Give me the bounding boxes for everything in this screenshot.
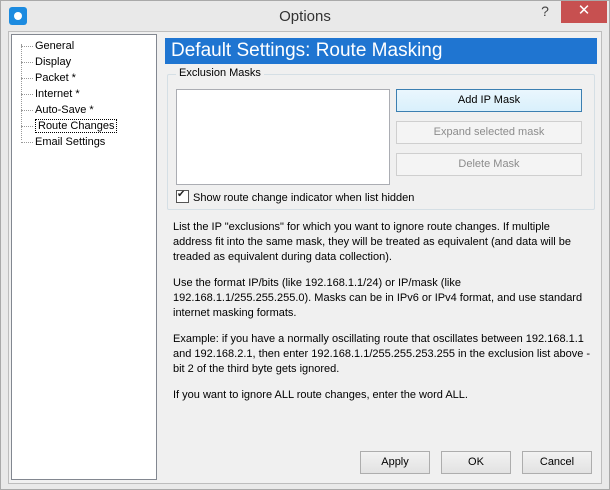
tree-item-email-settings[interactable]: Email Settings — [21, 135, 105, 150]
description-text: List the IP "exclusions" for which you w… — [173, 220, 591, 414]
delete-mask-button[interactable]: Delete Mask — [396, 153, 582, 176]
options-window: Options ? ✕ General Display Packet * Int… — [0, 0, 610, 490]
exclusion-mask-list[interactable] — [176, 89, 390, 185]
apply-button[interactable]: Apply — [360, 451, 430, 474]
description-paragraph: If you want to ignore ALL route changes,… — [173, 389, 468, 401]
show-indicator-label: Show route change indicator when list hi… — [193, 192, 415, 204]
description-paragraph: List the IP "exclusions" for which you w… — [173, 221, 572, 263]
show-indicator-checkbox[interactable] — [176, 188, 189, 203]
settings-tree[interactable]: General Display Packet * Internet * Auto… — [11, 34, 157, 480]
tree-item-general[interactable]: General — [21, 39, 74, 54]
tree-item-route-changes[interactable]: Route Changes — [21, 119, 118, 134]
add-ip-mask-button[interactable]: Add IP Mask — [396, 89, 582, 112]
show-indicator-option[interactable]: Show route change indicator when list hi… — [176, 188, 415, 204]
tree-item-internet[interactable]: Internet * — [21, 87, 80, 102]
cancel-button[interactable]: Cancel — [522, 451, 592, 474]
tree-item-packet[interactable]: Packet * — [21, 71, 76, 86]
dialog-content: General Display Packet * Internet * Auto… — [8, 31, 602, 484]
tree-item-display[interactable]: Display — [21, 55, 71, 70]
ok-button[interactable]: OK — [441, 451, 511, 474]
tree-item-auto-save[interactable]: Auto-Save * — [21, 103, 94, 118]
exclusion-masks-group: Exclusion Masks Add IP Mask Expand selec… — [167, 67, 595, 210]
window-title: Options — [279, 8, 331, 25]
description-paragraph: Use the format IP/bits (like 192.168.1.1… — [173, 277, 583, 319]
expand-selected-mask-button[interactable]: Expand selected mask — [396, 121, 582, 144]
group-label: Exclusion Masks — [176, 67, 264, 79]
description-paragraph: Example: if you have a normally oscillat… — [173, 333, 591, 375]
page-title: Default Settings: Route Masking — [165, 38, 597, 64]
close-button[interactable]: ✕ — [561, 1, 607, 23]
settings-panel: Default Settings: Route Masking Exclusio… — [165, 38, 597, 476]
help-button[interactable]: ? — [533, 1, 557, 23]
title-bar[interactable]: Options ? ✕ — [1, 1, 609, 31]
